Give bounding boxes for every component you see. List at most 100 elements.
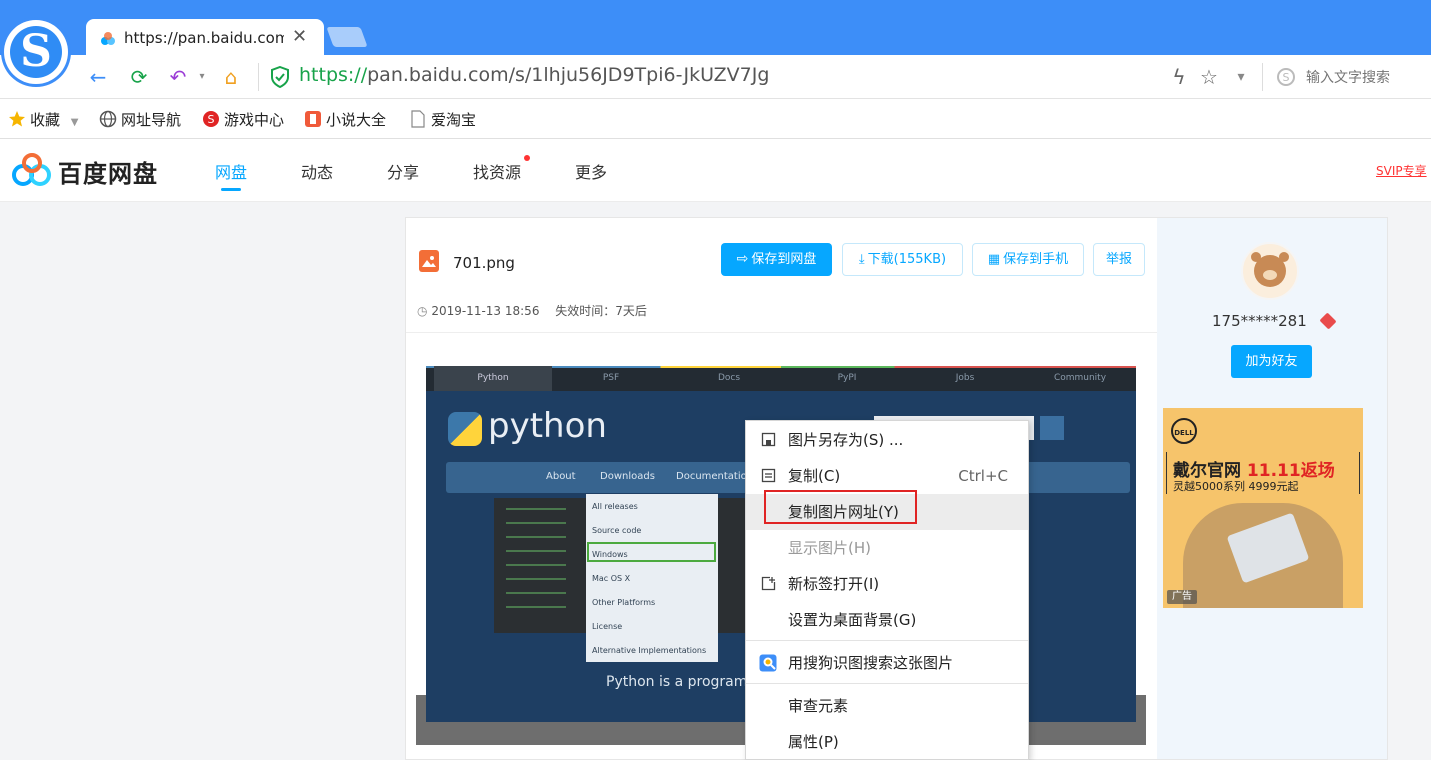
chevron-down-icon: ▼ (70, 117, 79, 128)
browser-tab-active[interactable]: https://pan.baidu.com ✕ (86, 19, 324, 55)
report-button[interactable]: 举报 (1093, 243, 1145, 276)
copy-icon (761, 468, 776, 483)
nav-more[interactable]: 更多 (575, 159, 607, 183)
secure-shield-icon (271, 66, 289, 88)
site-header: 百度网盘 网盘 动态 分享 找资源 更多 SVIP专享 (0, 139, 1431, 202)
star-icon (9, 111, 25, 127)
menu-inspect-element[interactable]: 审查元素 (746, 688, 1028, 724)
preview-dropdown-item: Source code (592, 526, 642, 535)
menu-show-image: 显示图片(H) (746, 530, 1028, 566)
preview-dropdown-item: License (592, 622, 623, 631)
site-name[interactable]: 百度网盘 (58, 154, 158, 189)
sogou-image-search-icon (759, 654, 777, 672)
button-label: 举报 (1105, 252, 1132, 267)
game-icon: S (203, 111, 219, 127)
back-icon[interactable]: ← (86, 65, 110, 89)
svip-link[interactable]: SVIP专享 (1376, 162, 1427, 179)
ad-subtitle: 灵越5000系列 4999元起 (1173, 480, 1299, 493)
context-menu: 图片另存为(S) ... 复制(C) Ctrl+C 复制图片网址(Y) 显示图片… (745, 420, 1029, 760)
bookmark-label: 网址导航 (121, 111, 182, 129)
vip-diamond-icon (1319, 312, 1337, 330)
tab-close-icon[interactable]: ✕ (292, 26, 307, 47)
download-button[interactable]: ⤓ 下载(155KB) (842, 243, 963, 276)
preview-topbar: Python PSF Docs PyPI Jobs Community (426, 366, 1136, 391)
sogou-logo-icon: S (10, 26, 62, 78)
sharer-sidebar: 175*****281 加为好友 DELL 戴尔官网 11.11返场 灵越500… (1157, 217, 1388, 760)
bookmark-star-icon[interactable]: ☆ (1197, 65, 1221, 89)
preview-tab: PyPI (837, 373, 857, 383)
image-file-icon (419, 250, 439, 272)
nav-find-resources[interactable]: 找资源 (473, 159, 521, 183)
lightning-icon[interactable]: ϟ (1167, 65, 1191, 89)
button-label: 保存到手机 (1003, 252, 1069, 267)
menu-separator (746, 683, 1028, 684)
bookmark-games[interactable]: S 游戏中心 (202, 109, 284, 130)
browser-logo[interactable]: S (4, 20, 68, 84)
avatar[interactable] (1241, 242, 1299, 300)
save-to-netdisk-button[interactable]: ⇨ 保存到网盘 (721, 243, 832, 276)
menu-label: 复制(C) (788, 467, 841, 485)
search-input[interactable] (1304, 68, 1428, 86)
menu-sogou-image-search[interactable]: 用搜狗识图搜索这张图片 (746, 645, 1028, 681)
nav-activity[interactable]: 动态 (301, 159, 333, 183)
menu-label: 新标签打开(I) (788, 575, 880, 593)
preview-dropdown-item: Alternative Implementations (592, 646, 707, 655)
bookmark-aitaobao[interactable]: 爱淘宝 (409, 109, 476, 130)
dell-logo-icon: DELL (1171, 418, 1197, 444)
menu-shortcut: Ctrl+C (958, 467, 1008, 485)
preview-tab: Jobs (955, 373, 975, 383)
menu-label: 显示图片(H) (788, 539, 871, 557)
menu-label: 图片另存为(S) ... (788, 431, 904, 449)
menu-open-new-tab[interactable]: 新标签打开(I) (746, 566, 1028, 602)
menu-copy[interactable]: 复制(C) Ctrl+C (746, 458, 1028, 494)
menu-label: 设置为桌面背景(G) (788, 611, 917, 629)
url-protocol: https:// (299, 64, 368, 86)
address-dropdown-icon[interactable]: ▾ (1229, 65, 1253, 89)
bookmark-favorites[interactable]: 收藏 ▼ (8, 109, 79, 130)
nav-netdisk[interactable]: 网盘 (215, 159, 247, 183)
preview-menu-item: Downloads (600, 471, 655, 482)
baidu-pan-logo-icon[interactable] (12, 153, 52, 187)
menu-set-desktop-background[interactable]: 设置为桌面背景(G) (746, 602, 1028, 638)
preview-go-button (1040, 416, 1064, 440)
preview-dropdown-item: Other Platforms (592, 598, 656, 607)
preview-menu-item: Documentation (676, 471, 754, 482)
bear-avatar-icon (1251, 252, 1289, 287)
address-bar[interactable]: https://pan.baidu.com/s/1lhju56JD9Tpi6-J… (299, 64, 769, 86)
menu-save-image-as[interactable]: 图片另存为(S) ... (746, 422, 1028, 458)
save-to-phone-button[interactable]: ▦ 保存到手机 (972, 243, 1084, 276)
new-tab-icon (761, 576, 776, 591)
nav-active-indicator (221, 188, 241, 191)
undo-close-icon[interactable]: ↶ (166, 65, 190, 89)
baidu-pan-favicon-icon (101, 32, 115, 45)
nav-share[interactable]: 分享 (387, 159, 419, 183)
save-image-icon (761, 432, 776, 447)
divider (406, 332, 1158, 333)
save-icon: ⇨ (736, 251, 749, 267)
bookmark-nav[interactable]: 网址导航 (99, 109, 181, 130)
refresh-icon[interactable]: ⟳ (127, 65, 151, 89)
bookmark-novels[interactable]: 小说大全 (304, 109, 386, 130)
file-expiry: 失效时间：7天后 (555, 304, 647, 318)
button-label: 下载(155KB) (867, 252, 947, 267)
preview-logo-text: python (488, 406, 607, 446)
dell-ad-banner[interactable]: DELL 戴尔官网 11.11返场 灵越5000系列 4999元起 广告 (1163, 408, 1363, 608)
new-tab-button[interactable] (326, 27, 368, 47)
file-meta: ◷ 2019-11-13 18:56 失效时间：7天后 (417, 302, 647, 319)
preview-dropdown-item: Mac OS X (592, 574, 631, 583)
preview-tab: Python (434, 366, 552, 391)
svg-text:S: S (1283, 71, 1290, 84)
add-friend-button[interactable]: 加为好友 (1231, 345, 1312, 378)
divider (1262, 63, 1263, 91)
preview-menu-item: About (546, 471, 576, 482)
sogou-search-icon: S (1277, 68, 1295, 86)
undo-dropdown-icon[interactable]: ▾ (190, 65, 214, 89)
menu-label: 审查元素 (788, 697, 849, 715)
home-icon[interactable]: ⌂ (219, 65, 243, 89)
preview-tab: PSF (602, 373, 620, 383)
menu-properties[interactable]: 属性(P) (746, 724, 1028, 760)
bookmark-label: 游戏中心 (224, 111, 285, 129)
file-name: 701.png (453, 254, 515, 272)
book-icon (305, 111, 321, 127)
username: 175*****281 (1212, 312, 1307, 330)
